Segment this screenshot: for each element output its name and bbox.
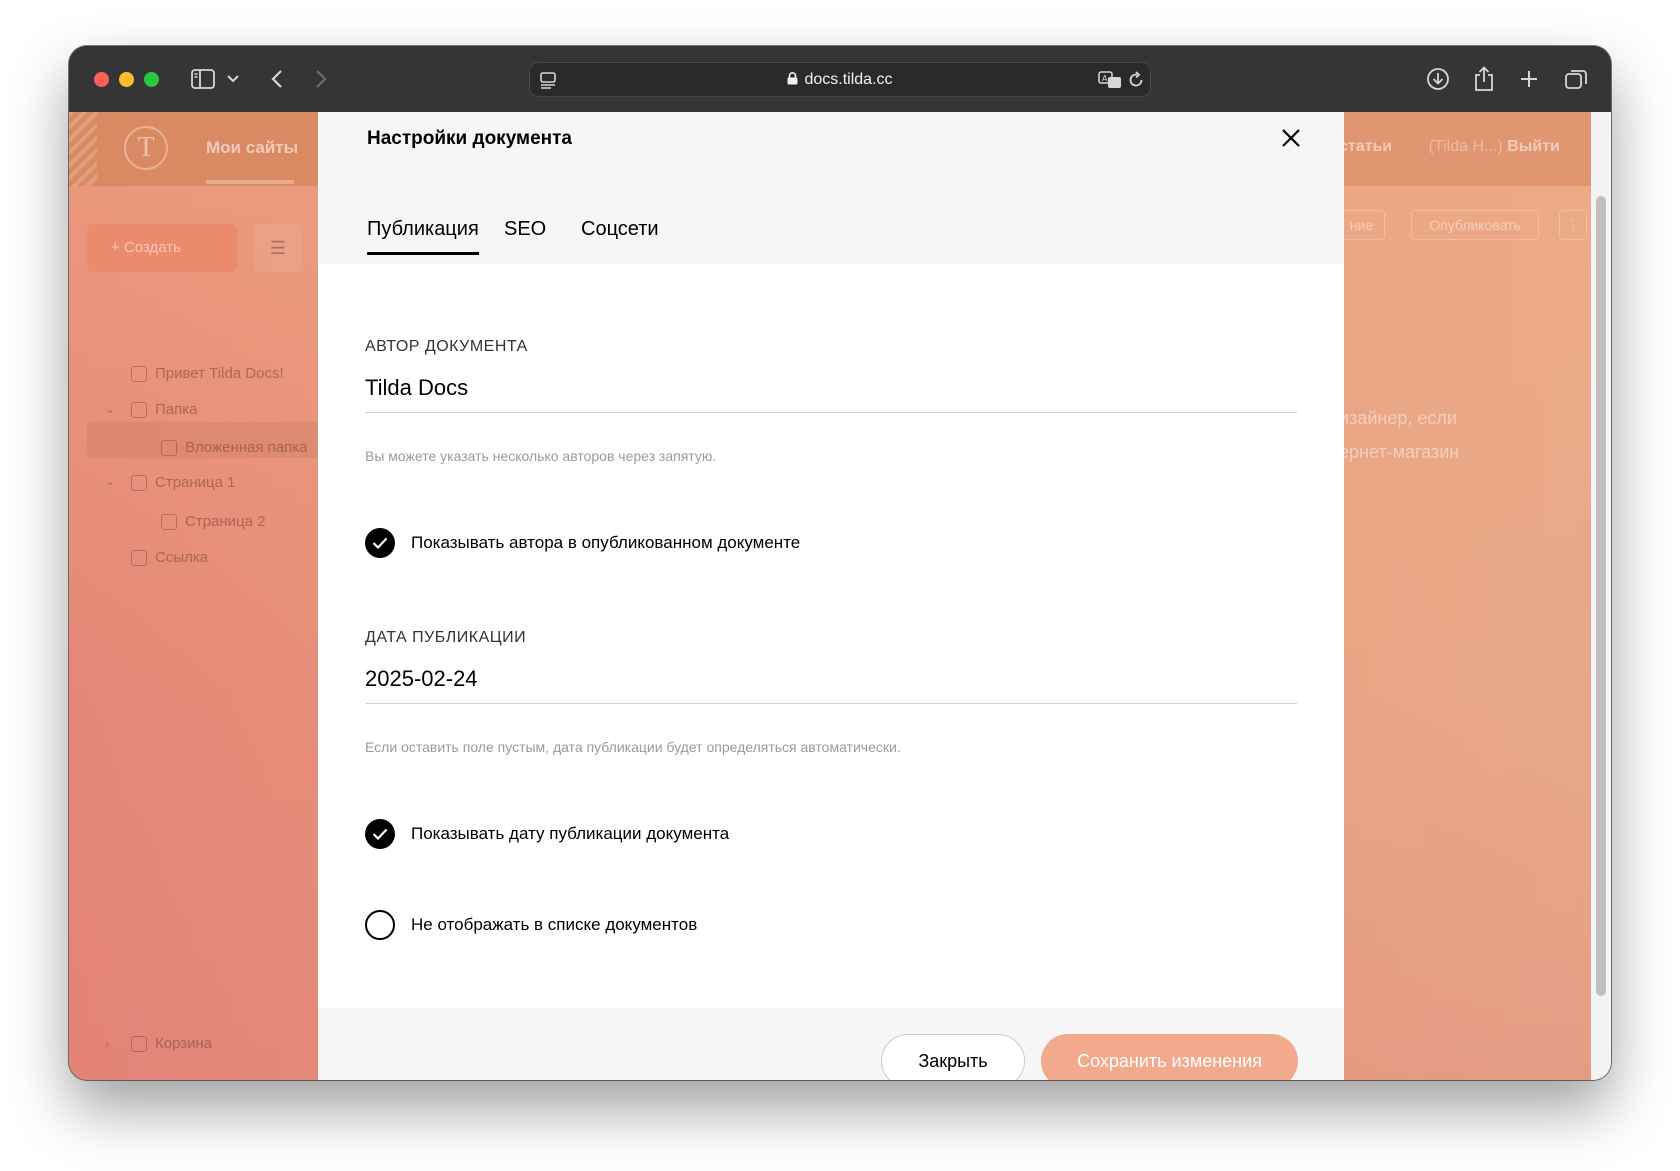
folder-icon: [161, 439, 177, 456]
my-sites-link[interactable]: Мои сайты: [206, 138, 298, 158]
checkmark-icon[interactable]: [365, 819, 395, 849]
folder-icon: [131, 401, 147, 418]
zoom-window-button[interactable]: [144, 72, 159, 87]
minimize-window-button[interactable]: [119, 72, 134, 87]
browser-toolbar: docs.tilda.cc A: [69, 46, 1611, 112]
tab-publication[interactable]: Публикация: [367, 218, 479, 255]
nav-item-subfolder[interactable]: Вложенная папка: [161, 439, 308, 456]
page-icon: [161, 513, 177, 530]
user-label: (Tilda H...): [1428, 138, 1503, 155]
url-text: docs.tilda.cc: [530, 71, 1150, 89]
save-changes-button[interactable]: Сохранить изменения: [1041, 1034, 1298, 1080]
home-icon: [131, 365, 147, 382]
checkmark-icon[interactable]: [365, 528, 395, 558]
show-date-label: Показывать дату публикации документа: [411, 824, 730, 843]
trash-icon: [131, 1035, 147, 1052]
page-icon: [131, 474, 147, 491]
chevron-down-icon[interactable]: [225, 66, 241, 92]
tilda-logo[interactable]: T: [124, 126, 168, 170]
my-sites-underline: [206, 180, 294, 184]
reload-icon[interactable]: [1126, 67, 1146, 93]
url-label: docs.tilda.cc: [804, 71, 893, 88]
document-settings-modal: Настройки документа Публикация SEO Соцсе…: [318, 112, 1344, 1080]
nav-item-link[interactable]: Ссылка: [131, 549, 208, 566]
articles-link[interactable]: статьи: [1339, 138, 1392, 155]
app-header: T Мои сайты: [69, 112, 319, 186]
nav-label: Страница 2: [185, 513, 266, 530]
empty-circle-icon[interactable]: [365, 910, 395, 940]
modal-header: Настройки документа Публикация SEO Соцсе…: [318, 112, 1344, 264]
nav-item-home[interactable]: Привет Tilda Docs!: [131, 365, 284, 382]
logout-link[interactable]: Выйти: [1507, 138, 1560, 155]
sidebar-icon[interactable]: [189, 66, 217, 92]
header-pattern: [69, 112, 97, 186]
show-author-checkbox[interactable]: Показывать автора в опубликованном докум…: [365, 528, 800, 558]
nav-item-page-2[interactable]: Страница 2: [161, 513, 266, 530]
modal-footer: Закрыть Сохранить изменения: [318, 1008, 1344, 1080]
nav-item-folder[interactable]: Папка: [131, 401, 197, 418]
close-icon[interactable]: [1279, 126, 1303, 150]
browser-window: docs.tilda.cc A T Мои сайты + Создать ☰ …: [69, 46, 1611, 1080]
back-icon[interactable]: [267, 66, 287, 92]
chevron-down-icon[interactable]: ⌄: [105, 402, 115, 416]
translate-icon[interactable]: A: [1097, 67, 1123, 93]
publish-button[interactable]: Опубликовать: [1411, 210, 1539, 240]
page-content: T Мои сайты + Создать ☰ Привет Tilda Doc…: [69, 112, 1611, 1080]
show-date-checkbox[interactable]: Показывать дату публикации документа: [365, 819, 729, 849]
nav-item-page-1[interactable]: Страница 1: [131, 474, 236, 491]
nav-label: Вложенная папка: [185, 439, 308, 456]
chevron-down-icon[interactable]: ⌄: [105, 474, 115, 488]
hide-in-list-label: Не отображать в списке документов: [411, 915, 698, 934]
new-tab-icon[interactable]: [1517, 66, 1541, 92]
author-label: АВТОР ДОКУМЕНТА: [365, 338, 528, 355]
nav-label: Ссылка: [155, 549, 209, 566]
download-icon[interactable]: [1425, 66, 1451, 92]
scrollbar-thumb[interactable]: [1596, 196, 1606, 996]
nav-label: Страница 1: [155, 474, 236, 491]
author-hint: Вы можете указать несколько авторов чере…: [365, 448, 717, 464]
date-label: ДАТА ПУБЛИКАЦИИ: [365, 629, 527, 646]
nav-item-trash[interactable]: Корзина: [131, 1035, 212, 1052]
svg-text:A: A: [1102, 74, 1108, 83]
share-icon[interactable]: [1471, 66, 1497, 92]
bg-text-line: изайнер, если: [1339, 408, 1457, 428]
nav-label: Привет Tilda Docs!: [155, 365, 284, 382]
date-input[interactable]: [365, 654, 1297, 704]
tab-overview-icon[interactable]: [1563, 66, 1589, 92]
tab-seo[interactable]: SEO: [504, 218, 546, 241]
close-button[interactable]: Закрыть: [881, 1034, 1025, 1080]
right-header-links: статьи (Tilda H...) Выйти: [1339, 138, 1560, 156]
forward-icon[interactable]: [311, 66, 331, 92]
address-bar[interactable]: docs.tilda.cc A: [529, 62, 1151, 97]
checklist-icon[interactable]: ☰: [254, 224, 302, 272]
modal-title: Настройки документа: [367, 128, 572, 149]
nav-label: Папка: [155, 401, 198, 418]
more-icon[interactable]: ⋮: [1559, 210, 1587, 240]
create-button[interactable]: + Создать: [87, 224, 237, 272]
show-author-label: Показывать автора в опубликованном докум…: [411, 533, 801, 552]
hide-in-list-checkbox[interactable]: Не отображать в списке документов: [365, 910, 697, 940]
date-hint: Если оставить поле пустым, дата публикац…: [365, 739, 901, 755]
author-input[interactable]: [365, 363, 1297, 413]
pill-left[interactable]: ние: [1339, 210, 1385, 240]
link-icon: [131, 549, 147, 566]
close-window-button[interactable]: [94, 72, 109, 87]
nav-label: Корзина: [155, 1035, 213, 1052]
lock-icon: [787, 72, 798, 85]
bg-text-line: ернет-магазин: [1339, 442, 1460, 462]
tab-social[interactable]: Соцсети: [581, 218, 659, 241]
chevron-right-icon[interactable]: ›: [105, 1037, 109, 1051]
